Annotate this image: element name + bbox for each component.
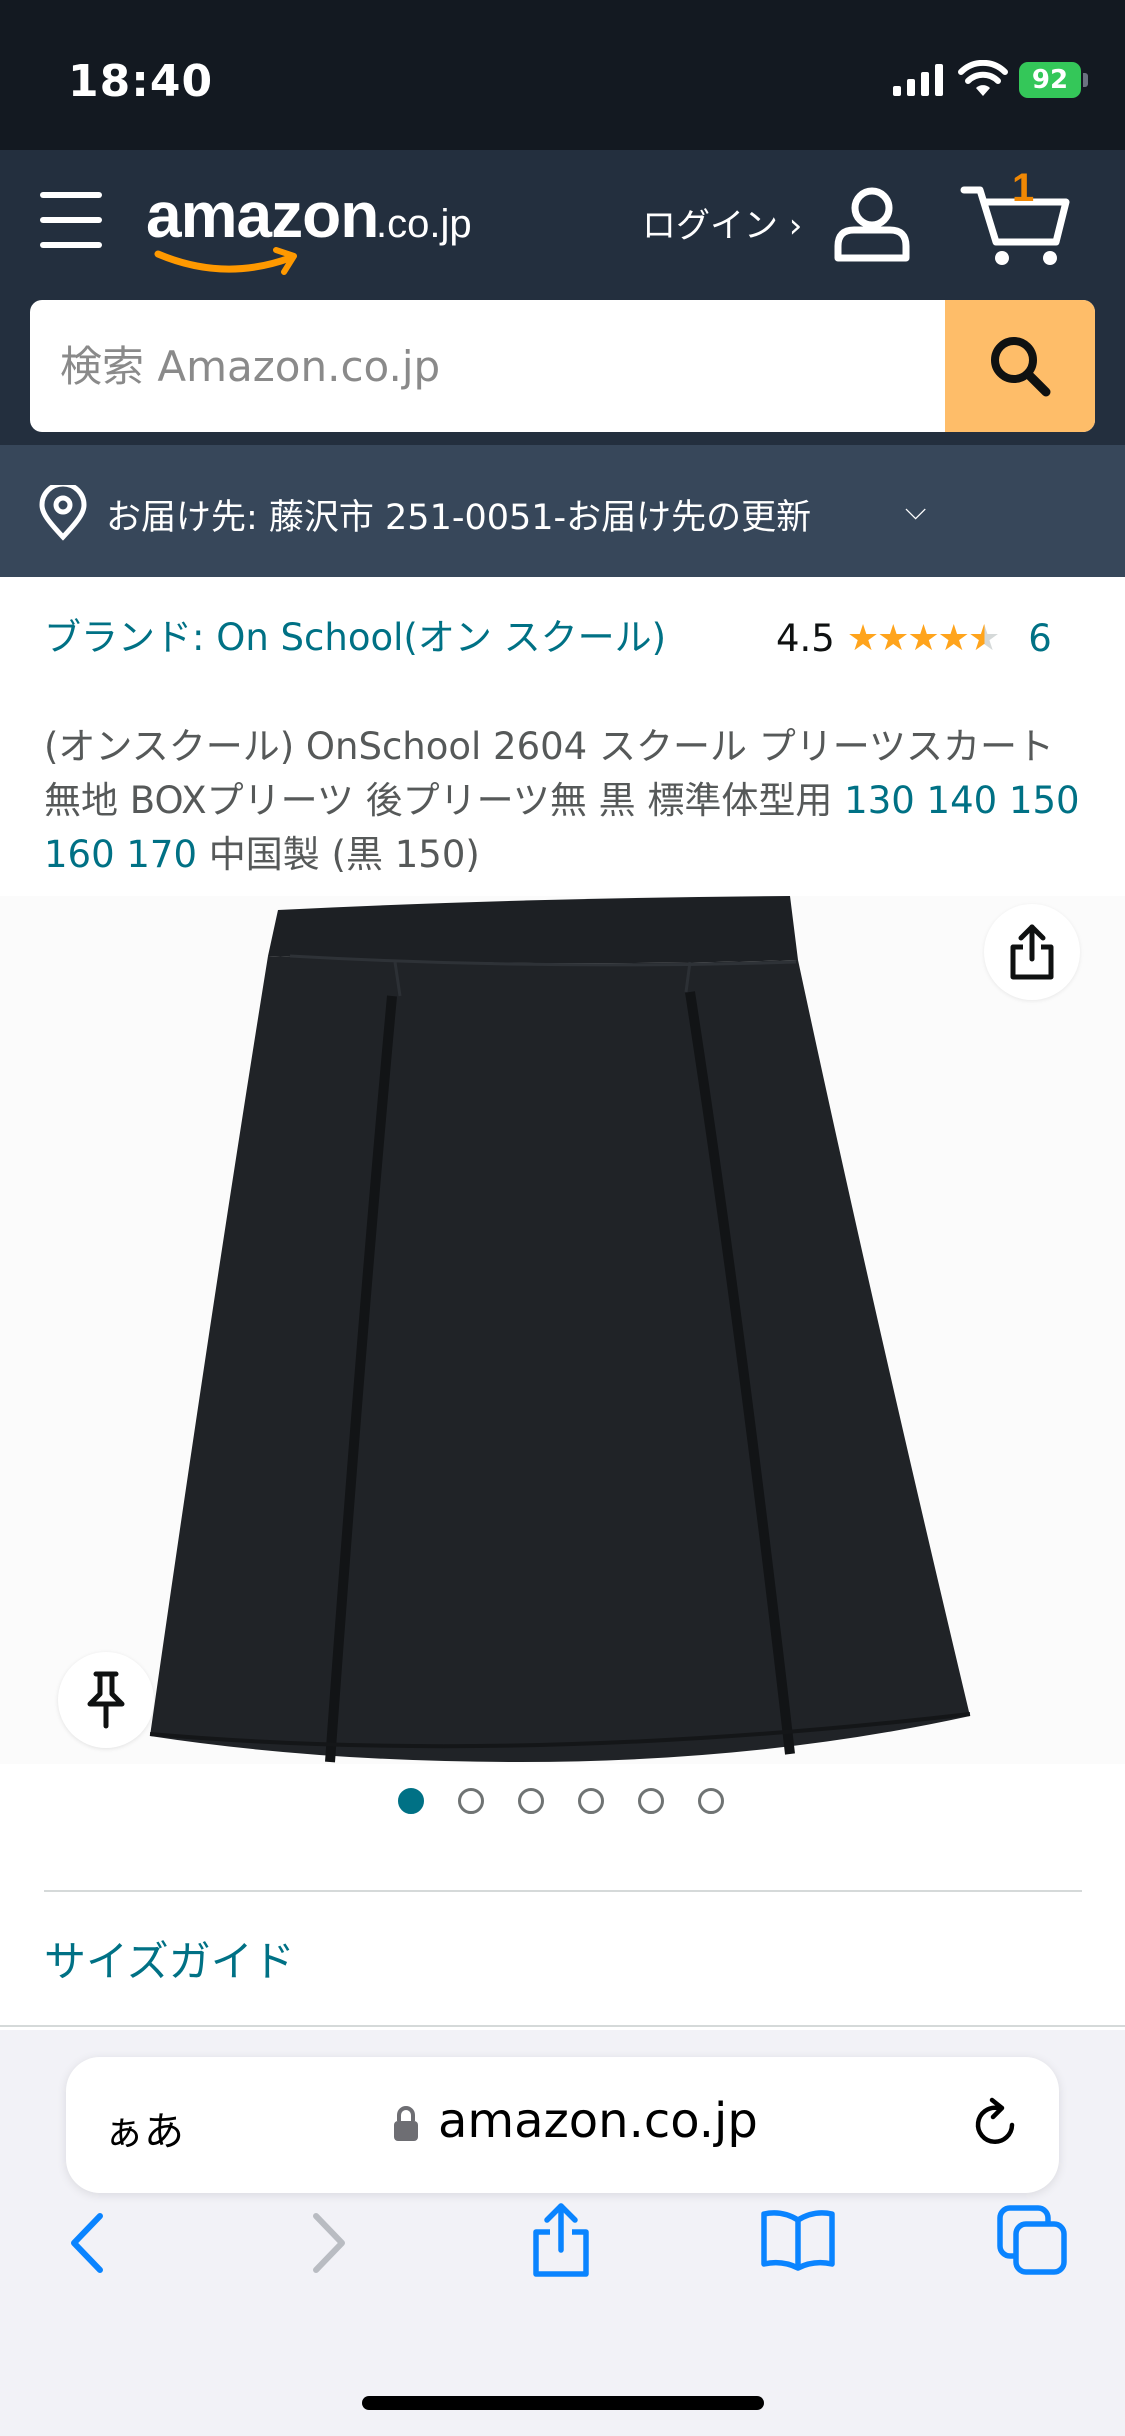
smile-arrow-icon [154, 247, 297, 275]
rating-value: 4.5 [776, 616, 835, 660]
logo-word: amazon [146, 179, 379, 251]
amazon-logo[interactable]: amazon .co.jp [146, 178, 506, 278]
share-icon[interactable] [528, 2200, 594, 2280]
battery-icon: 92 [1019, 60, 1089, 100]
address-bar[interactable]: ぁあ amazon.co.jp [66, 2057, 1059, 2193]
status-bar: 18:40 92 [0, 0, 1125, 150]
back-icon[interactable] [62, 2210, 112, 2276]
pagination-dot[interactable] [398, 1788, 424, 1814]
product-title: (オンスクール) OnSchool 2604 スクール プリーツスカート 無地 … [44, 720, 1084, 882]
size-guide-link[interactable]: サイズガイド [44, 1928, 295, 1989]
cellular-signal-icon [893, 64, 943, 96]
battery-level: 92 [1019, 62, 1081, 98]
menu-icon[interactable] [40, 192, 102, 248]
wifi-icon [958, 60, 1008, 96]
tabs-icon[interactable] [996, 2204, 1070, 2276]
search-icon [991, 337, 1051, 397]
pagination-dot[interactable] [698, 1788, 724, 1814]
share-button[interactable] [984, 904, 1080, 1000]
pin-icon [87, 1671, 125, 1729]
lock-icon [394, 2106, 418, 2141]
pagination-dot[interactable] [638, 1788, 664, 1814]
account-icon[interactable] [832, 186, 912, 262]
location-pin-icon [39, 485, 87, 541]
forward-icon[interactable] [304, 2210, 354, 2276]
bookmarks-icon[interactable] [760, 2206, 836, 2272]
cart-count: 1 [1012, 166, 1035, 210]
home-indicator [362, 2396, 764, 2410]
delivery-address: お届け先: 藤沢市 251-0051‐お届け先の更新 [106, 498, 812, 538]
divider [0, 2025, 1125, 2027]
image-pagination [398, 1788, 758, 1814]
search-button[interactable] [945, 300, 1095, 432]
skirt-image [0, 896, 1125, 1764]
stars-full: ★★★★ [846, 617, 970, 659]
pagination-dot[interactable] [578, 1788, 604, 1814]
star-rating-icon: ★★★★★ [846, 617, 1000, 659]
search-bar [30, 300, 1095, 432]
stars-half: ★ [967, 617, 1000, 659]
chevron-down-icon: ⌵ [905, 493, 927, 526]
search-input[interactable] [30, 300, 945, 432]
reader-options-button[interactable]: ぁあ [104, 2099, 184, 2157]
share-icon [1010, 924, 1054, 980]
amazon-header: amazon .co.jp ログイン › 1 [0, 150, 1125, 445]
reload-icon[interactable] [966, 2095, 1024, 2153]
pagination-dot[interactable] [458, 1788, 484, 1814]
pin-button[interactable] [58, 1652, 154, 1748]
rating-count[interactable]: 6 [1028, 617, 1052, 660]
divider [44, 1890, 1082, 1892]
logo-tld: .co.jp [376, 202, 472, 246]
url-text: amazon.co.jp [438, 2093, 758, 2149]
rating-summary[interactable]: 4.5 ★★★★★ 6 [776, 612, 1052, 664]
title-tail: 中国製 (黒 150) [197, 833, 480, 876]
status-time: 18:40 [68, 56, 214, 107]
brand-link[interactable]: ブランド: On School(オン スクール) [44, 612, 684, 664]
pagination-dot[interactable] [518, 1788, 544, 1814]
product-image[interactable] [0, 896, 1125, 1764]
delivery-location-bar[interactable]: お届け先: 藤沢市 251-0051‐お届け先の更新 ⌵ [0, 445, 1125, 577]
cart-button[interactable]: 1 [960, 166, 1070, 268]
login-link[interactable]: ログイン › [642, 198, 802, 247]
